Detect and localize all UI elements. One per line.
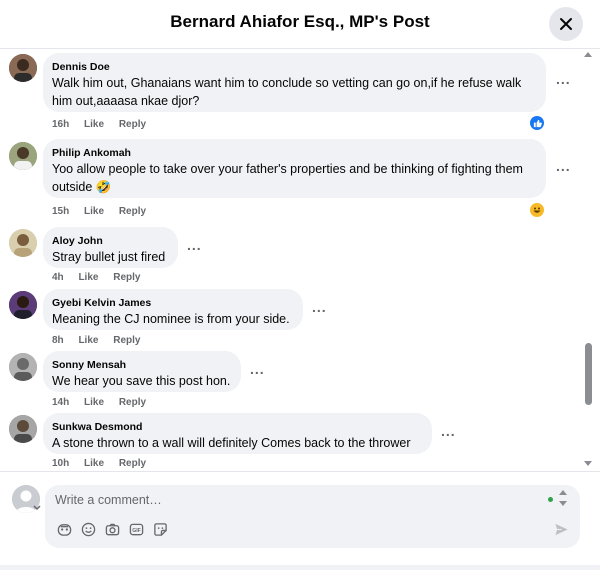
comment-bubble: Aloy John Stray bullet just fired <box>43 227 178 268</box>
comment-more-button[interactable]: ... <box>556 158 571 174</box>
comment-time[interactable]: 16h <box>52 119 69 130</box>
comment-time[interactable]: 14h <box>52 397 69 408</box>
scrollbar-thumb[interactable] <box>585 343 592 405</box>
comment-text: Yoo allow people to take over your fathe… <box>52 162 523 194</box>
comment-actions: 4h Like Reply <box>52 272 152 283</box>
reply-button[interactable]: Reply <box>119 206 146 217</box>
camera-icon[interactable] <box>104 521 120 537</box>
reply-button[interactable]: Reply <box>113 272 140 283</box>
like-button[interactable]: Like <box>84 206 104 217</box>
comment-bubble: Sonny Mensah We hear you save this post … <box>43 351 241 392</box>
comment-bubble: Philip Ankomah Yoo allow people to take … <box>43 139 546 198</box>
avatar[interactable] <box>9 291 37 319</box>
gif-icon[interactable]: GIF <box>128 521 144 537</box>
comment-text: We hear you save this post hon. <box>52 374 231 388</box>
avatar-sticker-icon[interactable] <box>56 521 72 537</box>
like-reaction-icon[interactable] <box>530 116 544 130</box>
send-icon[interactable] <box>553 521 569 537</box>
comment-bubble: Gyebi Kelvin James Meaning the CJ nomine… <box>43 289 303 330</box>
avatar[interactable] <box>9 54 37 82</box>
expand-arrows-icon[interactable] <box>558 489 568 507</box>
comment-actions: 10h Like Reply <box>52 458 158 469</box>
status-dot-icon <box>548 497 553 502</box>
sticker-icon[interactable] <box>152 521 168 537</box>
comment-author[interactable]: Gyebi Kelvin James <box>52 296 293 310</box>
comment-author[interactable]: Aloy John <box>52 234 168 248</box>
comment-more-button[interactable]: ... <box>312 299 327 315</box>
comment-bubble: Dennis Doe Walk him out, Ghanaians want … <box>43 53 546 112</box>
like-button[interactable]: Like <box>78 272 98 283</box>
comment-author[interactable]: Dennis Doe <box>52 60 536 74</box>
comment-author[interactable]: Sunkwa Desmond <box>52 420 422 434</box>
comment-more-button[interactable]: ... <box>556 71 571 87</box>
chevron-down-icon[interactable] <box>33 505 41 511</box>
post-title: Bernard Ahiafor Esq., MP's Post <box>170 12 430 31</box>
comment-text: Stray bullet just fired <box>52 250 166 264</box>
window-bottom-edge <box>0 565 600 570</box>
comment-time[interactable]: 10h <box>52 458 69 469</box>
comment-actions: 16h Like Reply <box>52 119 158 130</box>
svg-text:GIF: GIF <box>132 527 141 533</box>
comment-author[interactable]: Sonny Mensah <box>52 358 231 372</box>
scroll-down-arrow-icon[interactable] <box>584 461 592 466</box>
like-button[interactable]: Like <box>84 397 104 408</box>
post-dialog-header: Bernard Ahiafor Esq., MP's Post <box>0 0 600 49</box>
avatar[interactable] <box>9 229 37 257</box>
scrollbar[interactable] <box>583 49 594 471</box>
reply-button[interactable]: Reply <box>119 397 146 408</box>
reply-button[interactable]: Reply <box>119 119 146 130</box>
comment-more-button[interactable]: ... <box>187 237 202 253</box>
like-button[interactable]: Like <box>84 458 104 469</box>
comment-time[interactable]: 8h <box>52 335 64 346</box>
like-button[interactable]: Like <box>84 119 104 130</box>
comment-actions: 15h Like Reply <box>52 206 158 217</box>
close-icon <box>560 18 572 30</box>
comment-text: Walk him out, Ghanaians want him to conc… <box>52 76 522 108</box>
comment-bubble: Sunkwa Desmond A stone thrown to a wall … <box>43 413 432 454</box>
comment-more-button[interactable]: ... <box>250 361 265 377</box>
haha-reaction-icon[interactable] <box>530 203 544 217</box>
comment-actions: 14h Like Reply <box>52 397 158 408</box>
reply-button[interactable]: Reply <box>119 458 146 469</box>
avatar[interactable] <box>9 142 37 170</box>
comment-author[interactable]: Philip Ankomah <box>52 146 536 160</box>
comment-list[interactable]: Dennis Doe Walk him out, Ghanaians want … <box>0 49 583 471</box>
emoji-icon[interactable] <box>80 521 96 537</box>
avatar[interactable] <box>9 353 37 381</box>
scroll-up-arrow-icon[interactable] <box>584 52 592 57</box>
comment-time[interactable]: 15h <box>52 206 69 217</box>
reply-button[interactable]: Reply <box>113 335 140 346</box>
comment-text: A stone thrown to a wall will definitely… <box>52 436 411 450</box>
like-button[interactable]: Like <box>78 335 98 346</box>
close-button[interactable] <box>549 7 583 41</box>
comment-text: Meaning the CJ nominee is from your side… <box>52 312 290 326</box>
comment-time[interactable]: 4h <box>52 272 64 283</box>
avatar[interactable] <box>9 415 37 443</box>
comment-more-button[interactable]: ... <box>441 423 456 439</box>
comment-actions: 8h Like Reply <box>52 335 152 346</box>
comment-input[interactable] <box>55 490 525 510</box>
